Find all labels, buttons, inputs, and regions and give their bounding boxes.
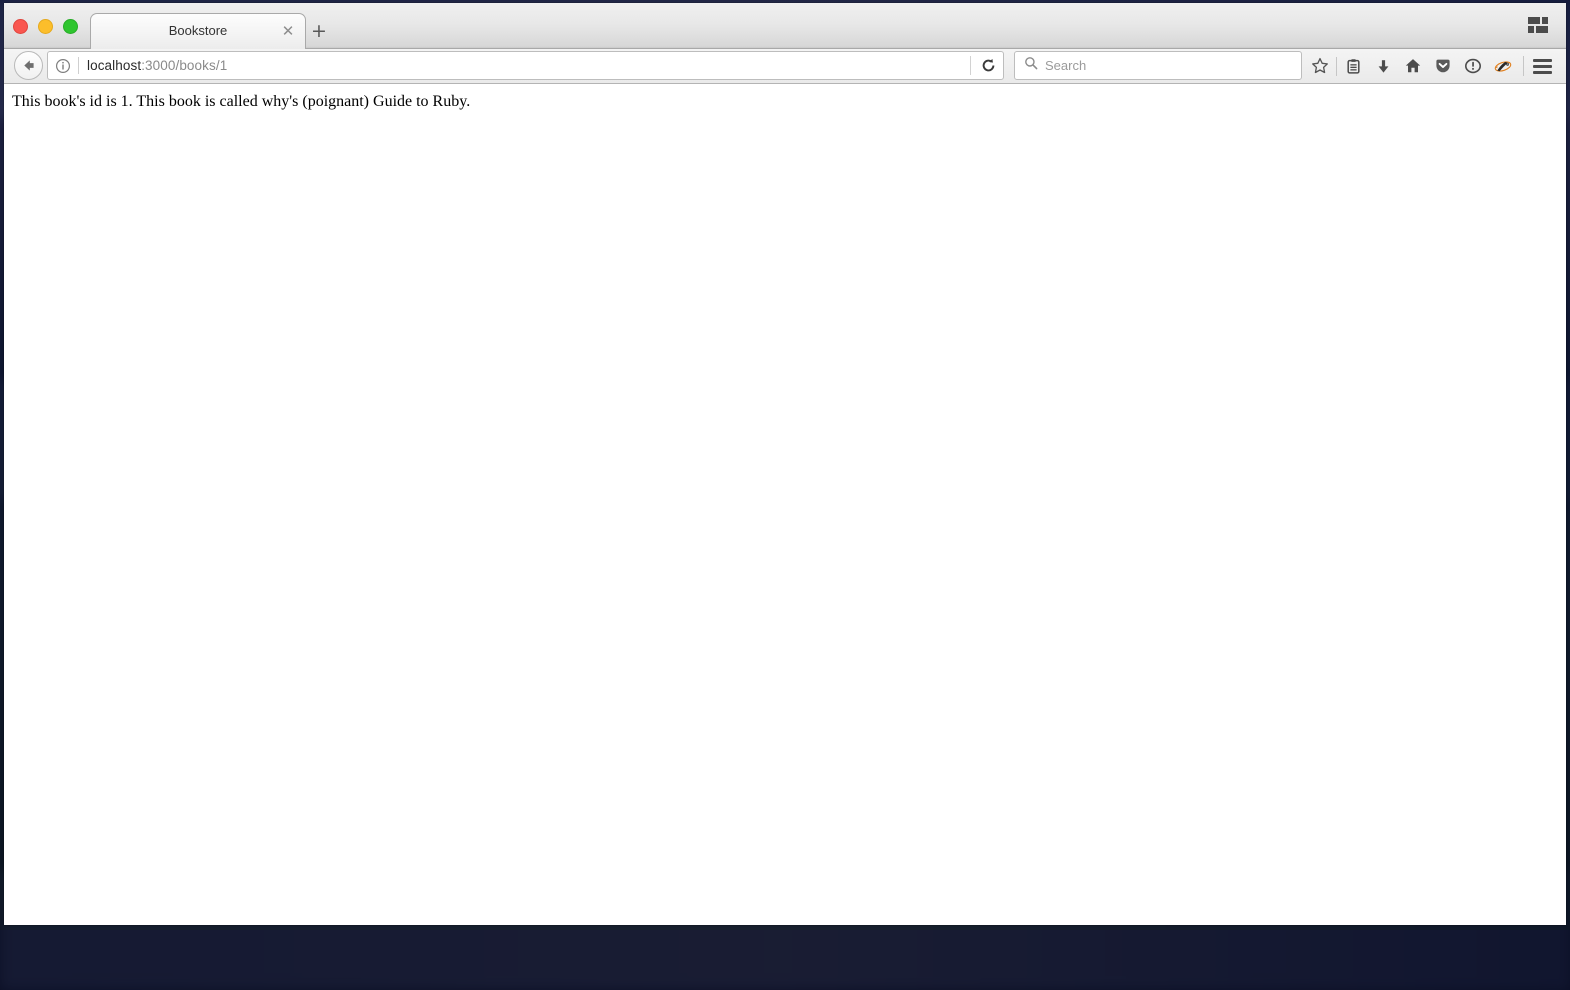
page-content: This book's id is 1. This book is called…: [4, 84, 1566, 925]
search-bar[interactable]: Search: [1014, 51, 1302, 80]
downloads-icon[interactable]: [1368, 51, 1398, 81]
address-bar[interactable]: localhost:3000/books/1: [47, 51, 1004, 80]
close-window-button[interactable]: [13, 19, 28, 34]
bookmark-star-icon[interactable]: [1305, 51, 1335, 81]
library-icon[interactable]: [1338, 51, 1368, 81]
home-icon[interactable]: [1398, 51, 1428, 81]
maximize-window-button[interactable]: [63, 19, 78, 34]
toolbar-icon-group: [1305, 49, 1518, 83]
window-controls: [13, 19, 78, 34]
url-action-divider: [970, 56, 971, 75]
url-text: localhost:3000/books/1: [87, 58, 970, 73]
toolbar-divider: [1336, 57, 1337, 76]
grid-icon[interactable]: [1528, 17, 1548, 33]
hamburger-menu-icon[interactable]: [1528, 52, 1556, 80]
info-alert-icon[interactable]: [1458, 51, 1488, 81]
minimize-window-button[interactable]: [38, 19, 53, 34]
browser-tab-bookstore[interactable]: Bookstore ✕: [90, 13, 306, 49]
reload-icon[interactable]: [973, 52, 1003, 79]
close-tab-icon[interactable]: ✕: [280, 23, 296, 39]
address-bar-actions: [970, 52, 1003, 79]
search-input[interactable]: Search: [1045, 58, 1086, 73]
search-icon: [1024, 56, 1038, 75]
url-divider: [78, 57, 79, 74]
info-circle-icon[interactable]: [55, 58, 71, 74]
toolbar-divider: [1523, 56, 1524, 76]
tab-strip: Bookstore ✕ +: [4, 3, 1566, 49]
pocket-icon[interactable]: [1428, 51, 1458, 81]
url-path: :3000/books/1: [141, 58, 227, 73]
back-arrow-icon[interactable]: [14, 51, 43, 80]
new-tab-button[interactable]: +: [310, 22, 328, 40]
navigation-toolbar: localhost:3000/books/1 Search: [4, 49, 1566, 84]
book-description-text: This book's id is 1. This book is called…: [12, 92, 470, 111]
addon-badger-icon[interactable]: [1488, 51, 1518, 81]
browser-window: Bookstore ✕ + localhost:3000/books/1: [4, 3, 1566, 925]
tab-title: Bookstore: [91, 23, 305, 38]
url-host: localhost: [87, 58, 141, 73]
